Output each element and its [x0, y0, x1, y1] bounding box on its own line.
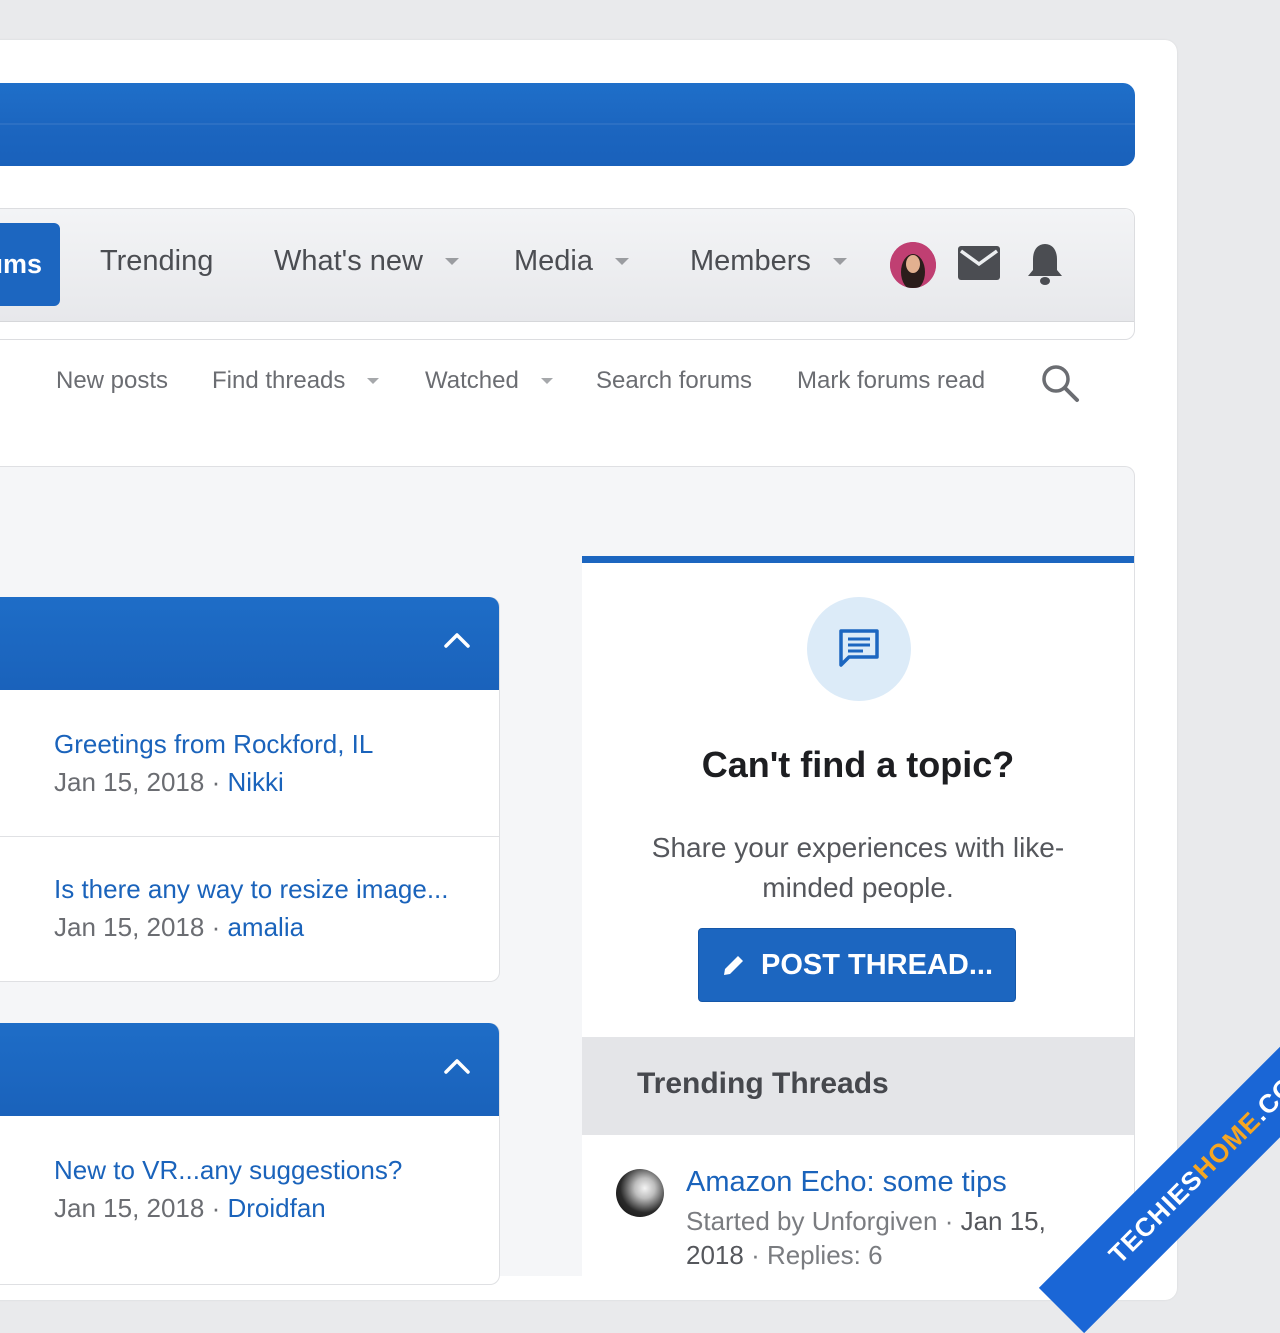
subnav-search-forums[interactable]: Search forums [596, 367, 752, 395]
bell-icon[interactable] [1026, 241, 1064, 292]
cta-icon-circle [807, 597, 911, 701]
search-icon[interactable] [1040, 363, 1080, 408]
subnav-label: Search forums [596, 367, 753, 394]
nav-tab-label: What's new [274, 245, 423, 277]
cta-text: Share your experiences with like-minded … [651, 832, 1065, 903]
watermark-accent: HOME [1186, 1105, 1267, 1185]
main-navigation: ums Trending What's new Media Members [0, 208, 1135, 340]
thread-date: Jan 15, 2018 [54, 767, 205, 797]
post-thread-button[interactable]: POST THREAD... [698, 928, 1016, 1002]
nav-tab-forums[interactable]: ums [0, 223, 60, 306]
trending-threads-heading: Trending Threads [582, 1037, 1134, 1135]
nav-tab-label: Trending [100, 245, 214, 277]
caret-down-icon[interactable] [444, 258, 459, 265]
list-item[interactable]: New to VR...any suggestions? Jan 15, 201… [0, 1117, 499, 1267]
subnav-label: Find threads [212, 367, 346, 394]
thread-title-link[interactable]: Is there any way to resize image... [54, 874, 449, 905]
caret-down-icon[interactable] [367, 378, 380, 384]
trending-meta-prefix: Started by Unforgiven · [686, 1206, 961, 1236]
thread-author-link[interactable]: Droidfan [227, 1193, 325, 1223]
thread-meta: Jan 15, 2018 · amalia [54, 912, 304, 943]
list-item[interactable]: Greetings from Rockford, IL Jan 15, 2018… [0, 691, 499, 836]
nav-tab-label: Media [514, 245, 593, 277]
subnav-find-threads[interactable]: Find threads [212, 367, 380, 395]
trending-thread-meta: Started by Unforgiven · Jan 15, 2018 · R… [686, 1204, 1066, 1272]
avatar-face-icon [890, 242, 936, 288]
block-header [0, 597, 499, 690]
site-header-bar [0, 83, 1135, 166]
meta-separator: · [204, 1193, 228, 1223]
user-avatar[interactable] [890, 242, 936, 288]
collapse-chevron-icon[interactable] [443, 1057, 471, 1075]
comment-icon [839, 629, 879, 667]
subnav-label: Mark forums read [797, 367, 986, 394]
cta-title: Can't find a topic? [701, 744, 1015, 785]
subnav-new-posts[interactable]: New posts [56, 367, 168, 395]
list-item[interactable]: Is there any way to resize image... Jan … [0, 837, 499, 981]
thread-meta: Jan 15, 2018 · Droidfan [54, 1193, 326, 1224]
thread-title-link[interactable]: Greetings from Rockford, IL [54, 729, 373, 760]
caret-down-icon[interactable] [615, 258, 629, 265]
thread-date: Jan 15, 2018 [54, 912, 205, 942]
nav-tab-whats-new[interactable]: What's new [274, 245, 459, 278]
thread-meta: Jan 15, 2018 · Nikki [54, 767, 284, 798]
block-header [0, 1023, 499, 1116]
subnav-watched[interactable]: Watched [425, 367, 553, 395]
trending-thread-replies: · Replies: 6 [743, 1240, 883, 1270]
pencil-icon [723, 956, 743, 975]
thread-author-link[interactable]: Nikki [227, 767, 283, 797]
subnav-mark-forums-read[interactable]: Mark forums read [797, 367, 985, 395]
inbox-icon[interactable] [957, 245, 1001, 286]
avatar[interactable] [616, 1169, 664, 1217]
thread-author-link[interactable]: amalia [227, 912, 304, 942]
sidebar-accent-line [582, 556, 1134, 563]
caret-down-icon[interactable] [540, 378, 553, 384]
nav-tab-row: ums Trending What's new Media Members [0, 209, 1134, 322]
caret-down-icon[interactable] [832, 258, 847, 265]
nav-tab-media[interactable]: Media [514, 245, 629, 278]
nav-tab-members[interactable]: Members [690, 245, 847, 278]
collapse-chevron-icon[interactable] [443, 631, 471, 649]
forum-block: Greetings from Rockford, IL Jan 15, 2018… [0, 597, 500, 982]
thread-title-link[interactable]: New to VR...any suggestions? [54, 1155, 402, 1186]
meta-separator: · [204, 767, 228, 797]
thread-date: Jan 15, 2018 [54, 1193, 205, 1223]
breadcrumb-panel [0, 466, 1135, 558]
forum-block: New to VR...any suggestions? Jan 15, 201… [0, 1023, 500, 1285]
trending-thread-title-link[interactable]: Amazon Echo: some tips [686, 1166, 1007, 1199]
nav-tab-label: Members [690, 245, 811, 277]
sidebar: Can't find a topic? Share your experienc… [582, 556, 1135, 1276]
meta-separator: · [204, 912, 228, 942]
nav-tab-trending[interactable]: Trending [100, 245, 213, 278]
subnav-label: New posts [56, 367, 169, 394]
post-thread-label: POST THREAD... [760, 948, 993, 981]
subnav-label: Watched [425, 367, 519, 394]
